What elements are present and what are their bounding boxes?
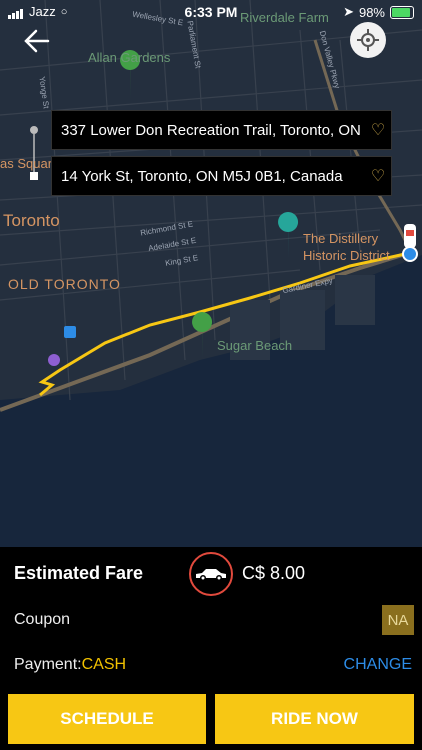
favorite-heart-icon[interactable]: ♡ [365,120,391,140]
booking-panel: Estimated Fare C$ 8.00 Coupon NA Payment… [0,547,422,750]
favorite-heart-icon[interactable]: ♡ [365,166,391,186]
crosshair-icon [357,29,379,51]
ride-now-button[interactable]: RIDE NOW [215,694,414,744]
map-label-distillery-district: Historic District [303,248,390,263]
schedule-button[interactable]: SCHEDULE [8,694,206,744]
pickup-address-field[interactable]: 337 Lower Don Recreation Trail, Toronto,… [51,110,392,150]
dropoff-address-text: 14 York St, Toronto, ON M5J 0B1, Canada [61,167,343,185]
car-icon [196,569,226,581]
battery-icon [390,5,414,19]
map-label-distillery: The Distillery [303,231,379,246]
battery-percent: 98% [358,4,385,20]
change-payment-link[interactable]: CHANGE [344,656,412,674]
payment-label: Payment:CASH [14,656,126,674]
estimated-fare-value: C$ 8.00 [242,563,306,583]
estimated-fare-label: Estimated Fare [14,563,144,583]
map-label-toronto: Toronto [3,211,60,230]
status-bar: Jazz ○ 6:33 PM ➤ 98% [0,0,422,24]
location-arrow-icon: ➤ [343,4,354,19]
payment-method-value: CASH [81,656,127,673]
map-label-allan-gardens: Allan Gardens [88,50,171,65]
back-arrow-icon [24,29,50,53]
back-button[interactable] [22,28,52,54]
coupon-label: Coupon [14,611,71,628]
payment-label-text: Payment: [14,656,82,673]
coupon-badge[interactable]: NA [382,605,414,635]
locate-me-button[interactable] [350,22,386,58]
map-graphics [0,0,422,547]
vehicle-type-selector[interactable] [189,552,233,596]
pickup-address-text: 337 Lower Don Recreation Trail, Toronto,… [61,121,361,139]
map-label-sugar-beach: Sugar Beach [217,338,293,353]
dropoff-address-field[interactable]: 14 York St, Toronto, ON M5J 0B1, Canada … [51,156,392,196]
map-view[interactable]: Allan Gardens Riverdale Farm Toronto OLD… [0,0,422,547]
map-label-old-toronto: OLD TORONTO [8,276,121,292]
map-label-dundas-square: as Squar [0,156,53,171]
